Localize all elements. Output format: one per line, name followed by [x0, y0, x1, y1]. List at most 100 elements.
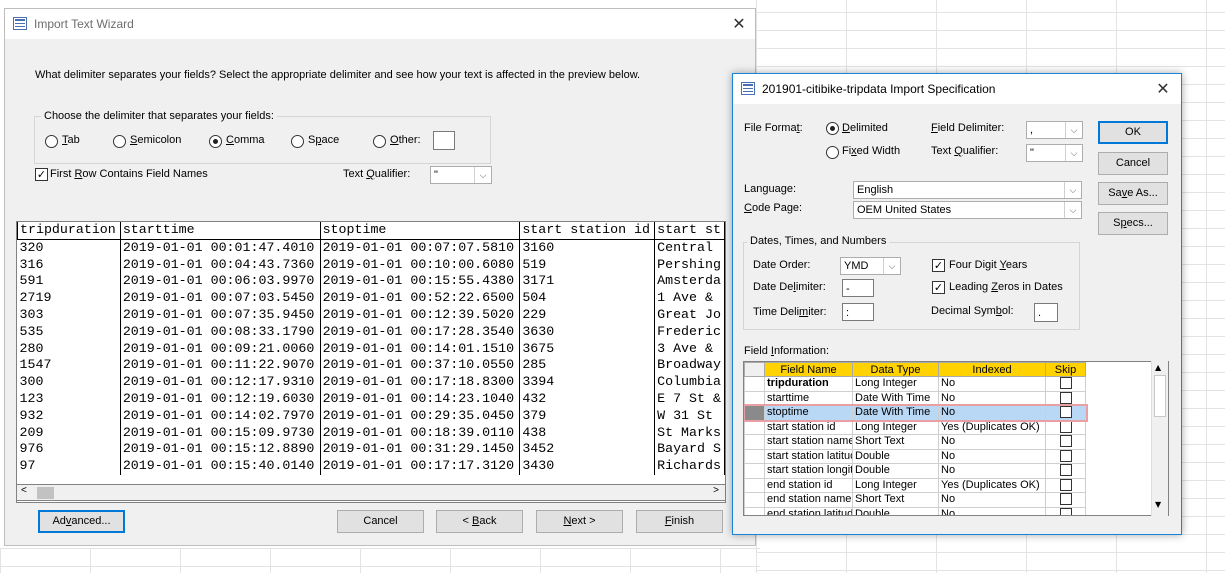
field-name-cell[interactable]: end station name	[764, 492, 853, 508]
indexed-cell[interactable]: No	[938, 463, 1046, 479]
data-type-cell[interactable]: Short Text	[852, 434, 939, 450]
indexed-cell[interactable]: Yes (Duplicates OK)	[938, 419, 1046, 435]
field-information-grid[interactable]: Field Name Data Type Indexed Skip tripdurati…	[743, 361, 1169, 516]
row-selector[interactable]	[744, 434, 765, 450]
chevron-down-icon[interactable]: ⌵	[1064, 202, 1081, 218]
data-type-cell[interactable]: Date With Time	[852, 405, 939, 421]
skip-checkbox[interactable]	[1059, 406, 1072, 419]
delimiter-space-label[interactable]: Space	[308, 134, 339, 146]
row-selector[interactable]	[744, 477, 765, 493]
chevron-down-icon[interactable]: ⌵	[1065, 122, 1082, 138]
ok-button[interactable]: OK	[1098, 121, 1168, 144]
time-delimiter-input[interactable]: :	[842, 303, 874, 321]
row-selector[interactable]	[744, 419, 765, 435]
skip-cell[interactable]	[1045, 448, 1086, 464]
scroll-right-icon[interactable]: >	[713, 485, 719, 496]
skip-cell[interactable]	[1045, 376, 1086, 392]
data-type-cell[interactable]: Long Integer	[852, 376, 939, 392]
delimiter-other-radio[interactable]	[373, 135, 386, 148]
scroll-left-icon[interactable]: <	[21, 485, 27, 496]
chevron-down-icon[interactable]: ⌵	[1064, 182, 1081, 198]
text-qualifier-dropdown[interactable]: " ⌵	[430, 166, 492, 184]
data-type-cell[interactable]: Date With Time	[852, 390, 939, 406]
field-name-cell[interactable]: start station id	[764, 419, 853, 435]
field-info-column-header[interactable]: Field Name	[764, 362, 853, 377]
chevron-down-icon[interactable]: ⌵	[474, 167, 491, 183]
finish-button[interactable]: Finish	[636, 510, 723, 533]
field-name-cell[interactable]: tripduration	[764, 376, 853, 392]
indexed-cell[interactable]: No	[938, 390, 1046, 406]
row-selector[interactable]	[744, 448, 765, 464]
preview-grid[interactable]: tripduration starttime stoptime start stati…	[16, 221, 726, 503]
skip-checkbox[interactable]	[1059, 449, 1072, 462]
preview-column-header[interactable]: stoptime	[319, 222, 521, 240]
skip-cell[interactable]	[1045, 463, 1086, 479]
save-as-button[interactable]: Save As...	[1098, 182, 1168, 205]
delimiter-other-label[interactable]: Other:	[390, 134, 421, 146]
skip-cell[interactable]	[1045, 477, 1086, 493]
specs-button[interactable]: Specs...	[1098, 212, 1168, 235]
skip-cell[interactable]	[1045, 506, 1086, 515]
field-info-row[interactable]: start station name Short Text No	[744, 434, 1086, 450]
decimal-symbol-input[interactable]: .	[1034, 303, 1058, 322]
skip-cell[interactable]	[1045, 434, 1086, 450]
first-row-checkbox[interactable]: ✓	[35, 168, 48, 181]
scroll-up-icon[interactable]: ▲	[1155, 363, 1161, 372]
row-selector[interactable]	[744, 390, 765, 406]
preview-column-header[interactable]: start st	[654, 222, 725, 240]
skip-cell[interactable]	[1045, 419, 1086, 435]
indexed-cell[interactable]: No	[938, 492, 1046, 508]
data-type-cell[interactable]: Double	[852, 448, 939, 464]
back-button[interactable]: < Back	[436, 510, 523, 533]
preview-horizontal-scrollbar[interactable]: < >	[16, 484, 726, 501]
row-selector[interactable]	[744, 376, 765, 392]
skip-checkbox[interactable]	[1059, 478, 1072, 491]
chevron-down-icon[interactable]: ⌵	[1065, 145, 1082, 161]
delimiter-semicolon-radio[interactable]	[113, 135, 126, 148]
four-digit-years-label[interactable]: Four Digit Years	[949, 259, 1027, 271]
field-name-cell[interactable]: stoptime	[764, 405, 853, 421]
code-page-dropdown[interactable]: OEM United States ⌵	[853, 201, 1082, 219]
field-info-row[interactable]: starttime Date With Time No	[744, 390, 1086, 406]
delimiter-comma-label[interactable]: Comma	[226, 134, 265, 146]
row-selector[interactable]	[744, 405, 765, 421]
data-type-cell[interactable]: Short Text	[852, 492, 939, 508]
language-dropdown[interactable]: English ⌵	[853, 181, 1082, 199]
skip-checkbox[interactable]	[1059, 464, 1072, 477]
field-name-cell[interactable]: starttime	[764, 390, 853, 406]
spec-close-icon[interactable]: ✕	[1151, 77, 1175, 101]
data-type-cell[interactable]: Long Integer	[852, 477, 939, 493]
field-name-cell[interactable]: start station longitude	[764, 463, 853, 479]
chevron-down-icon[interactable]: ⌵	[883, 258, 900, 274]
field-info-row[interactable]: tripduration Long Integer No	[744, 376, 1086, 392]
skip-checkbox[interactable]	[1059, 377, 1072, 390]
field-info-row[interactable]: start station id Long Integer Yes (Duplica…	[744, 419, 1086, 435]
indexed-cell[interactable]: No	[938, 376, 1046, 392]
data-type-cell[interactable]: Double	[852, 463, 939, 479]
four-digit-years-checkbox[interactable]: ✓	[932, 259, 945, 272]
field-info-row[interactable]: end station name Short Text No	[744, 492, 1086, 508]
fixed-width-label[interactable]: Fixed Width	[842, 145, 900, 157]
field-info-row[interactable]: start station longitudeDoubleNo	[744, 463, 1086, 479]
cancel-button[interactable]: Cancel	[337, 510, 424, 533]
other-delimiter-input[interactable]	[433, 131, 455, 150]
wizard-close-icon[interactable]: ✕	[727, 12, 751, 36]
delimiter-space-radio[interactable]	[291, 135, 304, 148]
leading-zeros-checkbox[interactable]: ✓	[932, 281, 945, 294]
skip-cell[interactable]	[1045, 390, 1086, 406]
row-selector[interactable]	[744, 506, 765, 515]
spec-cancel-button[interactable]: Cancel	[1098, 152, 1168, 175]
field-name-cell[interactable]: start station latitude	[764, 448, 853, 464]
fixed-width-radio[interactable]	[826, 146, 839, 159]
indexed-cell[interactable]: No	[938, 506, 1046, 515]
row-selector[interactable]	[744, 492, 765, 508]
field-info-row[interactable]: end station id Long Integer Yes (Duplicate…	[744, 477, 1086, 493]
row-selector[interactable]	[744, 463, 765, 479]
field-name-cell[interactable]: start station name	[764, 434, 853, 450]
scroll-down-icon[interactable]: ▼	[1155, 500, 1161, 509]
delimiter-tab-radio[interactable]	[45, 135, 58, 148]
scroll-thumb[interactable]	[1154, 375, 1166, 417]
preview-column-header[interactable]: starttime	[119, 222, 321, 240]
preview-column-header[interactable]: start station id	[519, 222, 656, 240]
delimiter-comma-radio[interactable]	[209, 135, 222, 148]
